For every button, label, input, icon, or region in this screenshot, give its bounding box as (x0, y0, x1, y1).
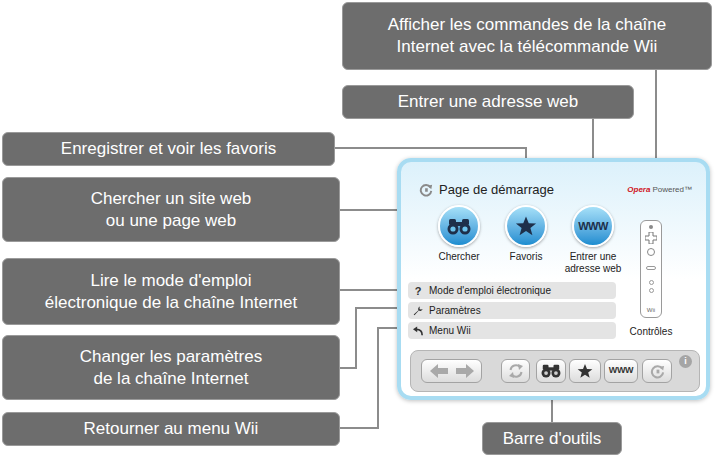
start-button[interactable]: Chercher (428, 205, 490, 275)
home-icon (419, 183, 433, 197)
title-group: Page de démarrage (419, 180, 554, 200)
star-icon (577, 363, 593, 379)
label-line: Favoris (510, 251, 543, 263)
toolbar: WWW i (410, 350, 700, 392)
start-button-label: Chercher (438, 251, 479, 263)
page-title: Page de démarrage (439, 180, 554, 200)
binoculars-icon (447, 218, 471, 235)
callout: Barre d'outils (482, 422, 622, 455)
body: ChercherFavorisWWWEntrer uneadresse web … (401, 200, 706, 339)
controls[interactable]: Wii Contrôles (626, 200, 676, 339)
callout: Changer les paramètresde la chaîne Inter… (2, 335, 340, 400)
callout: Retourner au menu Wii (2, 412, 340, 446)
controls-label: Contrôles (630, 324, 673, 339)
start-button-circle[interactable]: WWW (572, 205, 614, 247)
start-button-label: Entrer uneadresse web (565, 251, 622, 275)
callout-line: Enregistrer et voir les favoris (61, 138, 276, 160)
callout-line: Afficher les commandes de la chaîne (388, 14, 666, 36)
callout-line: ou une page web (106, 210, 236, 232)
www-label: WWW (578, 218, 608, 235)
menu-item[interactable]: Menu Wii (408, 322, 616, 339)
help-icon: ? (413, 285, 423, 297)
dpad-icon (645, 232, 657, 244)
brand-name: Opera (627, 184, 650, 196)
info-icon[interactable]: i (679, 355, 692, 368)
callout: Lire le mode d'emploiélectronique de la … (2, 258, 340, 325)
callout: Chercher un site webou une page web (2, 177, 340, 242)
header: Page de démarrage Opera Powered™ (401, 180, 706, 200)
one-button (649, 280, 654, 285)
start-button-circle[interactable] (505, 205, 547, 247)
brand-suffix: Powered™ (652, 184, 692, 196)
callout-line: de la chaîne Internet (93, 368, 248, 390)
return-arrow-icon (413, 326, 423, 336)
start-button-circle[interactable] (438, 205, 480, 247)
refresh-button[interactable] (501, 359, 530, 383)
callout-line: électronique de la chaîne Internet (45, 292, 297, 314)
callout: Afficher les commandes de la chaîneInter… (342, 2, 712, 70)
menu-label: Paramètres (429, 303, 481, 318)
opera-brand: Opera Powered™ (627, 184, 692, 196)
www-label: WWW (609, 364, 634, 378)
star-icon (515, 215, 537, 237)
favorites-button[interactable] (569, 359, 601, 383)
callout-line: Barre d'outils (503, 428, 602, 450)
two-button (649, 288, 654, 293)
callout: Enregistrer et voir les favoris (2, 132, 335, 166)
home-button[interactable] (642, 359, 672, 383)
home-icon (650, 364, 665, 379)
binoculars-icon (541, 364, 561, 378)
label-line: adresse web (565, 263, 622, 275)
search-button[interactable] (536, 359, 566, 383)
a-button (647, 248, 655, 256)
diagram: Page de démarrage Opera Powered™ Cherche… (0, 0, 715, 458)
start-button[interactable]: Favoris (495, 205, 557, 275)
callout-line: Lire le mode d'emploi (90, 270, 251, 292)
menu-item[interactable]: ? Mode d'emploi électronique (408, 282, 616, 299)
refresh-icon (508, 363, 524, 379)
menu-item[interactable]: Paramètres (408, 302, 616, 319)
callout-line: Internet avec la télécommande Wii (397, 36, 658, 58)
menu-list: ? Mode d'emploi électronique Paramètres Men… (401, 282, 626, 339)
callout-line: Chercher un site web (91, 188, 252, 210)
callout-line: Retourner au menu Wii (84, 418, 259, 440)
start-button-label: Favoris (510, 251, 543, 263)
wrench-icon (413, 306, 423, 316)
power-dot (649, 225, 653, 229)
callout-line: Changer les paramètres (80, 346, 262, 368)
left-column: ChercherFavorisWWWEntrer uneadresse web … (401, 200, 626, 339)
callout: Entrer une adresse web (342, 85, 634, 119)
minus-home-plus (646, 266, 656, 270)
callout-line: Entrer une adresse web (398, 91, 579, 113)
remote-label: Wii (641, 307, 661, 314)
start-button[interactable]: WWW Entrer uneadresse web (562, 205, 624, 275)
back-forward-icon (430, 364, 474, 378)
menu-label: Mode d'emploi électronique (429, 283, 551, 298)
label-line: Chercher (438, 251, 479, 263)
menu-label: Menu Wii (429, 323, 471, 338)
label-line: Entrer une (565, 251, 622, 263)
wii-remote-icon[interactable]: Wii (640, 220, 662, 318)
history-button[interactable] (421, 359, 482, 383)
internet-channel-screen: Page de démarrage Opera Powered™ Cherche… (397, 158, 710, 400)
address-button[interactable]: WWW (604, 359, 638, 383)
start-buttons: Chercher Favoris WWW Entrer uneadresse web (401, 205, 626, 275)
